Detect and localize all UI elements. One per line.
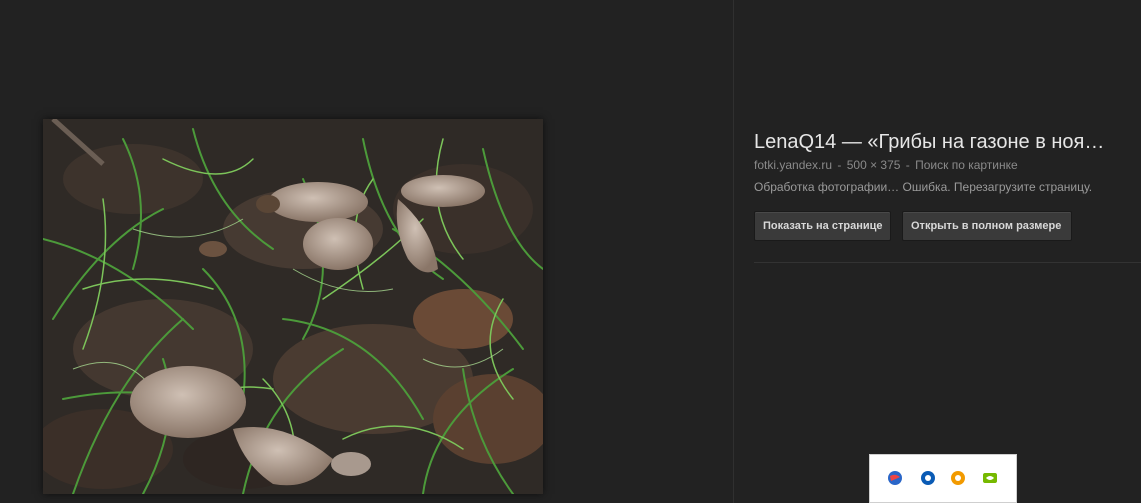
image-viewer [0, 0, 733, 503]
search-by-image-link[interactable]: Поиск по картинке [915, 158, 1018, 172]
browser-icon[interactable] [920, 470, 936, 486]
image-info-panel: LenaQ14 — «Грибы на газоне в ноя… fotki.… [754, 0, 1141, 503]
pane-divider [733, 0, 734, 503]
divider-line [754, 262, 1141, 263]
system-tray-popup [869, 454, 1017, 503]
show-on-page-button[interactable]: Показать на странице [754, 211, 891, 241]
nvidia-icon[interactable] [982, 470, 998, 486]
image-meta: fotki.yandex.ru - 500 × 375 - Поиск по к… [754, 158, 1018, 172]
open-full-size-button[interactable]: Открыть в полном размере [902, 211, 1072, 241]
status-message: Обработка фотографии… Ошибка. Перезагруз… [754, 180, 1093, 194]
mushroom-photo[interactable] [43, 119, 543, 494]
source-link[interactable]: fotki.yandex.ru [754, 158, 832, 172]
image-title[interactable]: LenaQ14 — «Грибы на газоне в ноя… [754, 131, 1141, 154]
image-size: 500 × 375 [846, 158, 901, 172]
globe-icon[interactable] [887, 470, 903, 486]
avast-icon[interactable] [950, 470, 966, 486]
